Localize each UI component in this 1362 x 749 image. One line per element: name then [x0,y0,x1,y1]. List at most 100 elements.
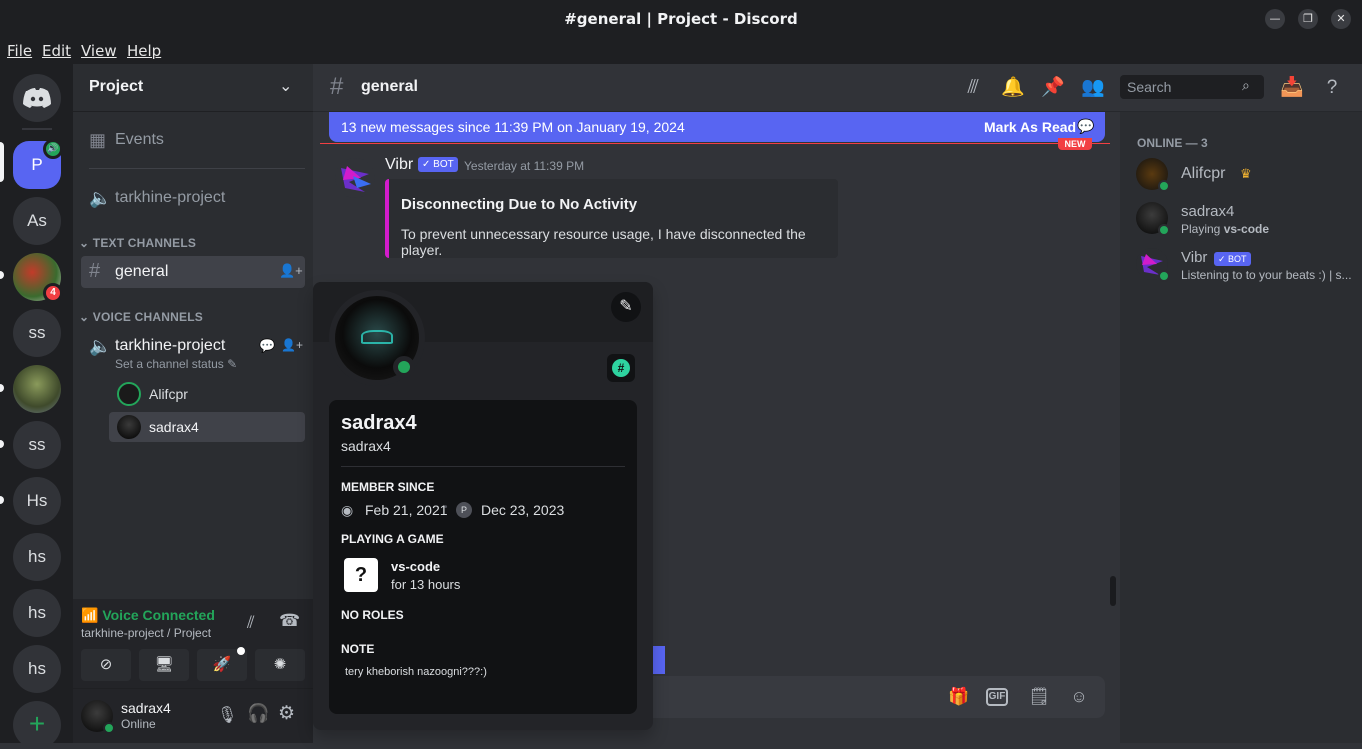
server-header[interactable]: Project ⌄ [73,64,313,112]
voice-user-sadrax4[interactable]: sadrax4 [109,412,305,442]
voice-channel-top[interactable]: 🔈 tarkhine-project [81,182,305,214]
member-sadrax4[interactable]: sadrax4 Playing vs-code [1128,198,1354,242]
member-vibr[interactable]: Vibr ✓ BOT Listening to to your beats :)… [1128,244,1354,288]
hash-icon: # [89,260,101,282]
discord-member-since: Feb 21, 2021 [365,502,448,518]
voice-status[interactable]: 📶 Voice Connected [81,607,215,624]
selected-server-pip [0,142,4,182]
emoji-icon[interactable]: ☺ [1066,684,1092,710]
game-icon: ? [344,558,378,592]
server-ss-2[interactable]: ss [13,421,61,469]
invite-icon[interactable]: 👤+ [279,263,303,279]
server-image-1[interactable]: 4 [13,253,63,303]
noise-suppression-icon[interactable]: ⫽ [247,613,255,633]
menu-view[interactable]: View [81,42,117,60]
server-member-since: Dec 23, 2023 [481,502,565,518]
pin-icon[interactable]: 📌 [1041,76,1065,100]
menu-file[interactable]: File [7,42,32,60]
add-server-button[interactable]: + [13,701,61,749]
server-hs-1[interactable]: hs [13,533,61,581]
sticker-icon[interactable]: 🗒 [1026,684,1052,710]
note-input[interactable]: tery kheborish nazoogni???:) [345,666,487,678]
profile-display-name: sadrax4 [341,412,417,434]
member-list-icon[interactable]: 👥 [1081,76,1105,100]
online-status-dot [1158,224,1170,236]
help-icon[interactable]: ? [1320,76,1344,100]
server-image-2[interactable] [13,365,61,413]
bell-icon[interactable]: 🔔 [1001,76,1025,100]
avatar[interactable] [335,158,375,198]
voice-channels-category[interactable]: ⌄ VOICE CHANNELS [79,310,203,324]
text-channels-category[interactable]: ⌄ TEXT CHANNELS [79,236,196,250]
camera-button[interactable]: ⊘ [81,649,131,681]
hash-icon: # [330,73,344,100]
microphone-icon[interactable]: 🎙 [217,705,237,725]
headphones-icon[interactable]: 🎧 [247,703,269,724]
discord-home-button[interactable] [13,74,61,122]
inbox-icon[interactable]: 📥 [1280,76,1304,100]
voice-connection-panel: 📶 Voice Connected tarkhine-project / Pro… [73,599,313,689]
user-label: Alifcpr [149,386,188,402]
channel-title: general [361,78,418,95]
mark-read-icon: 💬 [1077,118,1095,134]
game-duration: for 13 hours [391,577,461,592]
chevron-down-icon: ⌄ [279,78,293,95]
minimize-button[interactable]: — [1265,9,1285,29]
server-as[interactable]: As [13,197,61,245]
unread-pip [0,440,4,448]
profile-body: sadrax4 sadrax4 MEMBER SINCE ◉ Feb 21, 2… [329,400,637,714]
message-composer[interactable]: 🎁 GIF 🗒 ☺ [653,676,1105,718]
discord-logo-icon [23,88,51,108]
hypesquad-badge[interactable]: # [607,354,635,382]
gear-icon[interactable]: ⚙ [278,702,295,725]
scrollbar[interactable] [1110,576,1116,606]
member-name: sadrax4 [1181,203,1235,220]
voice-user-alifcpr[interactable]: Alifcpr [109,379,305,409]
channel-status[interactable]: Set a channel status ✎ [115,357,237,371]
channel-general[interactable]: # general 👤+ [81,256,305,288]
chat-icon[interactable]: 💬 [259,338,275,354]
channel-label: tarkhine-project [115,337,226,354]
message-author[interactable]: Vibr [385,156,413,174]
server-hs-3[interactable]: hs [13,645,61,693]
server-project[interactable]: P 🔊 [13,139,63,189]
server-hs-upper[interactable]: Hs [13,477,61,525]
activity-button[interactable]: 🚀 [197,647,247,681]
server-initial: ss [28,323,46,342]
voice-location[interactable]: tarkhine-project / Project [81,626,211,640]
mark-as-read-button[interactable]: Mark As Read [984,119,1076,135]
embed-description: To prevent unnecessary resource usage, I… [401,226,806,258]
unread-pip [0,384,4,392]
online-status-dot [1158,270,1170,282]
activity-prefix: Playing [1181,222,1224,236]
search-placeholder: Search [1127,79,1172,95]
events-item[interactable]: ▦ Events [81,124,305,156]
embed-title: Disconnecting Due to No Activity [401,196,638,213]
maximize-button[interactable]: ❐ [1298,9,1318,29]
gift-icon[interactable]: 🎁 [946,684,972,710]
screen-share-button[interactable]: 🖥 [139,649,189,681]
avatar [117,382,141,406]
invite-icon[interactable]: 👤+ [281,338,303,352]
disconnect-icon[interactable]: ☎ [279,611,300,631]
bot-tag: ✓ BOT [1214,252,1251,266]
screen-share-icon: 🖥 [154,656,174,673]
edit-profile-icon[interactable]: ✎ [611,292,641,322]
close-button[interactable]: ✕ [1331,9,1351,29]
voice-channel-tarkhine[interactable]: 🔈 tarkhine-project Set a channel status … [81,330,305,374]
member-alifcpr[interactable]: Alifcpr ♛ [1128,154,1354,198]
gif-button[interactable]: GIF [986,688,1008,706]
new-messages-banner[interactable]: 13 new messages since 11:39 PM on Januar… [329,112,1105,142]
speaker-icon: 🔊 [43,139,63,159]
menu-help[interactable]: Help [127,42,161,60]
threads-icon[interactable]: ⫻ [961,76,985,100]
server-initial: hs [28,603,46,622]
server-ss-1[interactable]: ss [13,309,61,357]
game-name: vs-code [391,559,441,574]
menu-edit[interactable]: Edit [42,42,71,60]
user-name[interactable]: sadrax4 [121,700,171,716]
search-input[interactable]: Search ⌕ [1120,75,1264,99]
server-hs-2[interactable]: hs [13,589,61,637]
soundboard-icon: ✺ [273,656,287,673]
soundboard-button[interactable]: ✺ [255,649,305,681]
